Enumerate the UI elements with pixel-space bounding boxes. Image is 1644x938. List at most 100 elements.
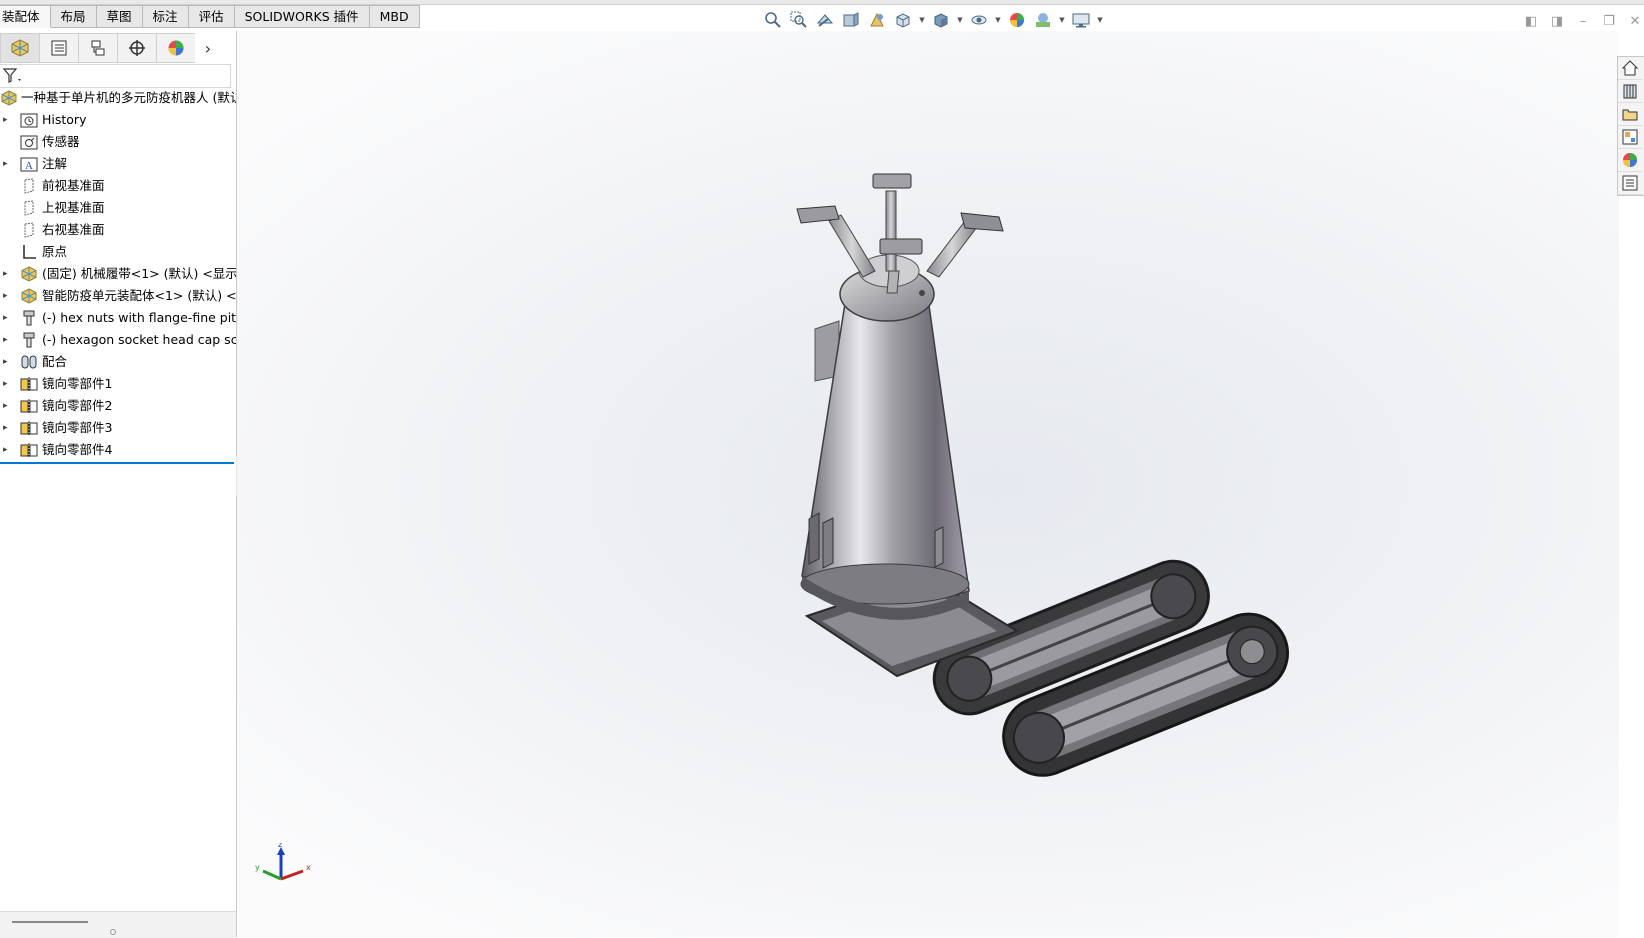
tree-item[interactable]: ▸ 智能防疫单元装配体<1> (默认) <显 (0, 285, 236, 307)
minimize-icon[interactable]: – (1574, 12, 1592, 30)
toolbox-part-icon (20, 310, 38, 326)
filter-icon (2, 68, 21, 83)
tree-item[interactable]: ▸ 镜向零部件3 (0, 417, 236, 439)
display-manager-icon (168, 40, 184, 56)
expand-arrow-icon[interactable]: ▸ (3, 285, 13, 307)
tree-item-label: 前视基准面 (42, 178, 105, 193)
chevron-right-icon[interactable]: › (195, 34, 221, 62)
expand-arrow-icon[interactable]: ▸ (3, 329, 13, 351)
tree-item[interactable]: 原点 (0, 241, 236, 263)
tree-item-label: 传感器 (42, 134, 80, 149)
resize-grip-icon[interactable] (110, 929, 116, 935)
tree-item[interactable]: 传感器 (0, 131, 236, 153)
chevron-down-icon[interactable]: ▼ (1096, 9, 1104, 31)
expand-arrow-icon[interactable]: ▸ (3, 417, 13, 439)
tree-item[interactable]: ▸ (-) hex nuts with flange-fine pitch (0, 307, 236, 329)
chevron-down-icon[interactable]: ▼ (994, 9, 1002, 31)
section-view-icon[interactable] (840, 9, 862, 31)
display-style-icon[interactable] (930, 9, 952, 31)
tab-markup[interactable]: 标注 (142, 5, 189, 28)
tab-assembly[interactable]: 装配体 (0, 5, 51, 28)
chevron-down-icon[interactable]: ▼ (956, 9, 964, 31)
tab-solidworks-addins[interactable]: SOLIDWORKS 插件 (234, 5, 370, 28)
property-manager-icon (51, 40, 67, 56)
chevron-down-icon[interactable]: ▼ (1058, 9, 1066, 31)
tree-item[interactable]: 右视基准面 (0, 219, 236, 241)
tree-filter[interactable] (0, 64, 231, 88)
display-manager-tab[interactable] (156, 33, 195, 63)
tab-layout[interactable]: 布局 (50, 5, 97, 28)
hide-show-items-icon[interactable] (968, 9, 990, 31)
expand-arrow-icon[interactable]: ▸ (3, 307, 13, 329)
tab-evaluate[interactable]: 评估 (188, 5, 235, 28)
close-icon[interactable]: ✕ (1626, 12, 1644, 30)
assembly-icon (11, 39, 29, 57)
dimxpert-icon (129, 40, 145, 56)
solidworks-resources-icon[interactable] (1618, 57, 1642, 80)
previous-view-icon[interactable] (814, 9, 836, 31)
horizontal-scrollbar[interactable] (12, 921, 88, 923)
apply-scene-icon[interactable] (1032, 9, 1054, 31)
view-settings-icon[interactable] (1070, 9, 1092, 31)
zoom-to-fit-icon[interactable] (762, 9, 784, 31)
design-library-icon[interactable] (1618, 80, 1642, 103)
custom-properties-icon[interactable] (1618, 172, 1642, 195)
expand-arrow-icon[interactable]: ▸ (3, 153, 13, 175)
expand-arrow-icon[interactable]: ▸ (3, 373, 13, 395)
plane-icon (20, 178, 38, 194)
tree-item[interactable]: ▸ 配合 (0, 351, 236, 373)
expand-arrow-icon[interactable]: ▸ (3, 395, 13, 417)
tree-item-label: 镜向零部件3 (42, 420, 113, 435)
tree-item-label: History (42, 112, 87, 127)
tree-item[interactable]: ▸ History (0, 109, 236, 131)
zoom-to-area-icon[interactable] (788, 9, 810, 31)
tree-item-label: 上视基准面 (42, 200, 105, 215)
tree-item[interactable]: ▸ (-) hexagon socket head cap scre (0, 329, 236, 351)
tree-item[interactable]: 前视基准面 (0, 175, 236, 197)
dynamic-annotation-icon[interactable] (866, 9, 888, 31)
tree-item[interactable]: 上视基准面 (0, 197, 236, 219)
plane-icon (20, 222, 38, 238)
subassembly-icon (20, 288, 38, 304)
tree-item[interactable]: ▸ A 注解 (0, 153, 236, 175)
subassembly-icon (20, 266, 38, 282)
expand-arrow-icon[interactable]: ▸ (3, 351, 13, 373)
graphics-area[interactable]: z x y (237, 31, 1619, 937)
feature-manager-tab[interactable] (0, 33, 39, 63)
rollback-bar[interactable] (0, 462, 234, 464)
configuration-manager-icon (91, 40, 105, 56)
tab-sketch[interactable]: 草图 (96, 5, 143, 28)
triad-x-label: x (306, 863, 311, 872)
tree-item[interactable]: ▸ 镜向零部件1 (0, 373, 236, 395)
manager-tabs: › (0, 33, 236, 63)
dimxpert-manager-tab[interactable] (117, 33, 156, 63)
view-orientation-icon[interactable] (892, 9, 914, 31)
tree-item[interactable]: ▸ (固定) 机械履带<1> (默认) <显示状 (0, 263, 236, 285)
tab-mbd[interactable]: MBD (369, 5, 420, 28)
tree-item[interactable]: ▸ 镜向零部件4 (0, 439, 236, 461)
tile-left-icon[interactable]: ◧ (1522, 12, 1540, 30)
file-explorer-icon[interactable] (1618, 103, 1642, 126)
expand-arrow-icon[interactable]: ▸ (3, 109, 13, 131)
restore-icon[interactable]: ❐ (1600, 12, 1618, 30)
tree-item-label: 智能防疫单元装配体<1> (默认) <显 (42, 288, 236, 303)
tree-item-label: 右视基准面 (42, 222, 105, 237)
edit-appearance-icon[interactable] (1006, 9, 1028, 31)
view-palette-icon[interactable] (1618, 126, 1642, 149)
chevron-down-icon[interactable]: ▼ (918, 9, 926, 31)
tree-item[interactable]: ▸ 镜向零部件2 (0, 395, 236, 417)
triad-z-label: z (278, 843, 282, 849)
tree-item-label: (-) hexagon socket head cap scre (42, 332, 236, 347)
mates-icon (20, 354, 38, 370)
expand-arrow-icon[interactable]: ▸ (3, 263, 13, 285)
expand-arrow-icon[interactable]: ▸ (3, 439, 13, 461)
feature-tree: 一种基于单片机的多元防疫机器人 (默认 ▸ History 传感器 ▸ A 注解前视基准面… (0, 87, 236, 464)
appearances-icon[interactable] (1618, 149, 1642, 172)
panel-footer (0, 911, 236, 938)
property-manager-tab[interactable] (39, 33, 78, 63)
tree-root[interactable]: 一种基于单片机的多元防疫机器人 (默认 (0, 87, 236, 109)
tile-right-icon[interactable]: ◨ (1548, 12, 1566, 30)
window-controls: ◧ ◨ – ❐ ✕ (1522, 12, 1644, 30)
configuration-manager-tab[interactable] (78, 33, 117, 63)
robot-3d-model[interactable] (237, 31, 1619, 937)
